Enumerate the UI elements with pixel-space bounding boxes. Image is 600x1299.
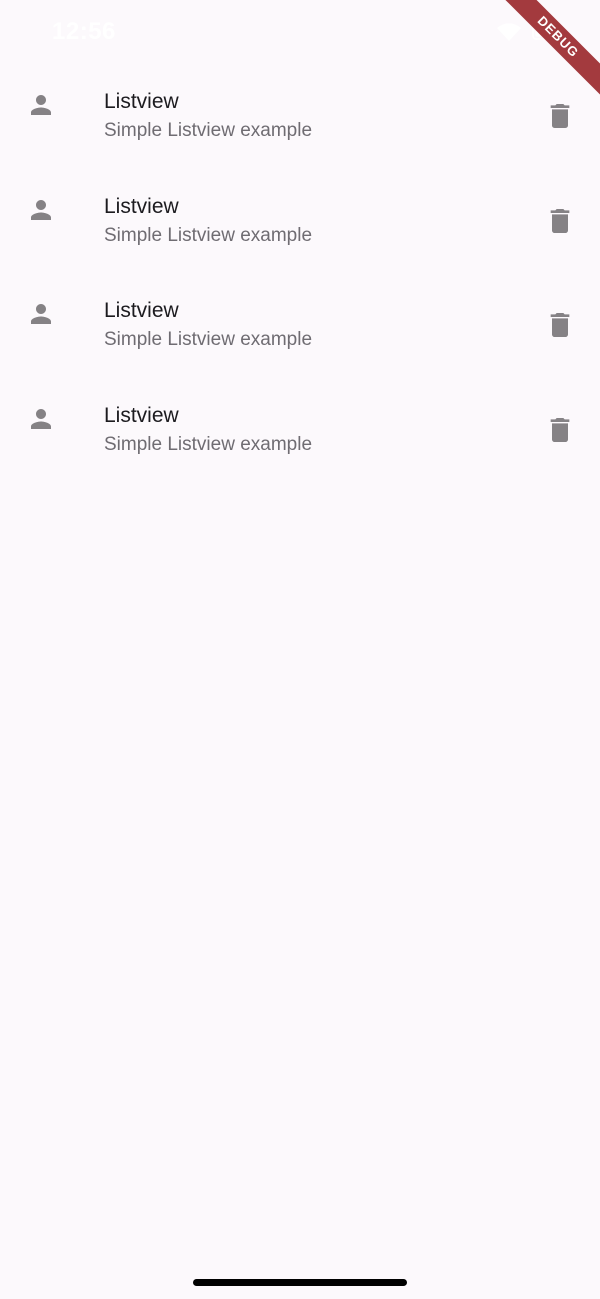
list-item[interactable]: Listview Simple Listview example <box>0 283 600 388</box>
list-item-subtitle: Simple Listview example <box>104 329 313 350</box>
list-item-texts: Listview Simple Listview example <box>104 297 312 355</box>
list-item-texts: Listview Simple Listview example <box>104 88 312 146</box>
list-item-title: Listview <box>104 194 179 218</box>
list-item-title: Listview <box>104 90 179 113</box>
home-indicator[interactable] <box>193 1279 407 1286</box>
list-item-subtitle: Simple Listview example <box>104 224 313 246</box>
status-time: 12:56 <box>52 18 116 45</box>
list-item-texts: Listview Simple Listview example <box>104 402 312 460</box>
list-view: Listview Simple Listview example Listvie… <box>0 74 600 492</box>
delete-icon[interactable] <box>544 100 576 132</box>
person-icon <box>31 95 51 115</box>
list-item-subtitle: Simple Listview example <box>104 120 313 141</box>
list-item[interactable]: Listview Simple Listview example <box>0 74 600 179</box>
list-item-subtitle: Simple Listview example <box>104 433 313 455</box>
person-icon <box>31 199 51 220</box>
person-icon <box>31 408 51 429</box>
list-item-title: Listview <box>104 403 179 427</box>
delete-icon[interactable] <box>544 414 576 446</box>
list-item-texts: Listview Simple Listview example <box>104 193 312 251</box>
list-item-title: Listview <box>104 299 179 322</box>
person-icon <box>31 304 51 324</box>
list-item[interactable]: Listview Simple Listview example <box>0 179 600 284</box>
delete-icon[interactable] <box>544 309 576 341</box>
list-item[interactable]: Listview Simple Listview example <box>0 388 600 493</box>
delete-icon[interactable] <box>544 205 576 237</box>
